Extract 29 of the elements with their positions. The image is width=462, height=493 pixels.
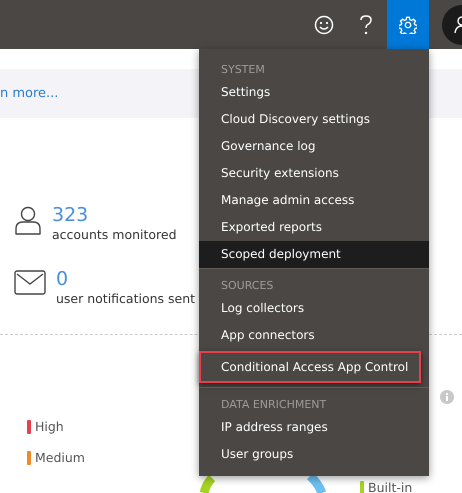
- settings-icon: [399, 16, 417, 34]
- menu-section-header: DATA ENRICHMENT: [220, 397, 328, 413]
- menu-item[interactable]: Exported reports: [199, 214, 429, 241]
- menu-item[interactable]: IP address ranges: [199, 414, 429, 441]
- help-icon: [359, 14, 373, 34]
- menu-item[interactable]: Governance log: [199, 133, 429, 160]
- smiley-icon: [314, 14, 334, 34]
- menu-item[interactable]: Cloud Discovery settings: [199, 106, 429, 133]
- menu-item[interactable]: Log collectors: [199, 295, 429, 322]
- menu-item[interactable]: App connectors: [199, 322, 429, 349]
- mail-icon: [14, 270, 46, 295]
- legend-label: Medium: [35, 450, 85, 465]
- stat-label: accounts monitored: [52, 226, 177, 244]
- settings-button[interactable]: [387, 0, 429, 49]
- menu-section-header: SYSTEM: [220, 62, 266, 78]
- legend-label: High: [35, 419, 64, 434]
- stat-label: user notifications sent: [56, 290, 196, 308]
- menu-item[interactable]: Settings: [199, 79, 429, 106]
- menu-item[interactable]: Security extensions: [199, 160, 429, 187]
- menu-section-header: SOURCES: [220, 278, 274, 294]
- menu-item[interactable]: Conditional Access App Control: [199, 351, 421, 383]
- learn-more-link[interactable]: n more...: [0, 86, 58, 101]
- info-icon: [440, 390, 454, 404]
- legend-label: Built-in: [368, 480, 412, 493]
- menu-item[interactable]: Scoped deployment: [199, 241, 429, 268]
- person-icon: [14, 206, 42, 236]
- menu-item[interactable]: Manage admin access: [199, 187, 429, 214]
- avatar-icon: [442, 4, 462, 44]
- menu-item[interactable]: User groups: [199, 441, 429, 468]
